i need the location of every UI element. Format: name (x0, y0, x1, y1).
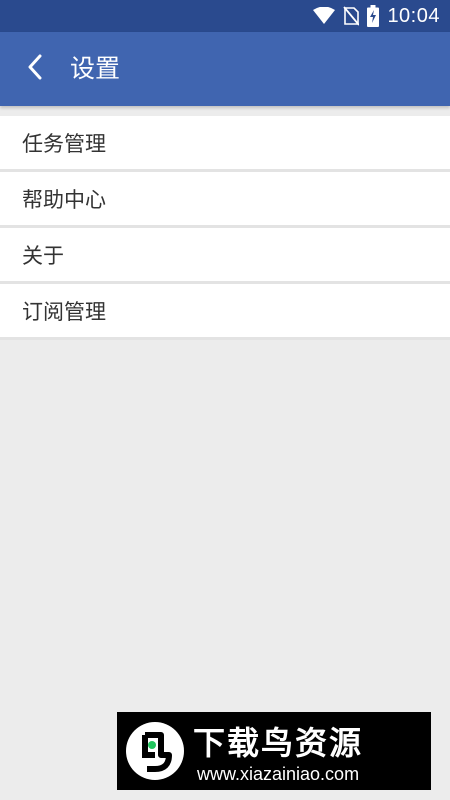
battery-charging-icon (367, 5, 380, 27)
settings-item-subscription-management[interactable]: 订阅管理 (0, 284, 450, 340)
bird-logo-icon (125, 721, 185, 781)
chevron-left-icon (27, 54, 43, 84)
status-bar: 10:04 (0, 0, 450, 32)
list-top-gap (0, 106, 450, 116)
page-title: 设置 (70, 54, 121, 83)
settings-item-task-management[interactable]: 任务管理 (0, 116, 450, 172)
wifi-icon (313, 7, 336, 25)
settings-item-about[interactable]: 关于 (0, 228, 450, 284)
settings-item-label: 任务管理 (22, 131, 106, 156)
watermark-title: 下载鸟资源 (193, 724, 364, 762)
watermark: 下载鸟资源 www.xiazainiao.com (117, 712, 431, 790)
app-bar: 设置 (0, 32, 450, 106)
settings-list: 任务管理 帮助中心 关于 订阅管理 (0, 116, 450, 340)
status-icons: 10:04 (313, 0, 440, 32)
settings-item-label: 帮助中心 (22, 187, 106, 212)
settings-item-label: 关于 (22, 243, 64, 268)
back-button[interactable] (18, 52, 52, 86)
status-time: 10:04 (387, 4, 440, 27)
settings-item-label: 订阅管理 (22, 299, 106, 324)
no-sim-icon (343, 6, 360, 26)
watermark-url: www.xiazainiao.com (197, 764, 360, 784)
settings-item-help-center[interactable]: 帮助中心 (0, 172, 450, 228)
